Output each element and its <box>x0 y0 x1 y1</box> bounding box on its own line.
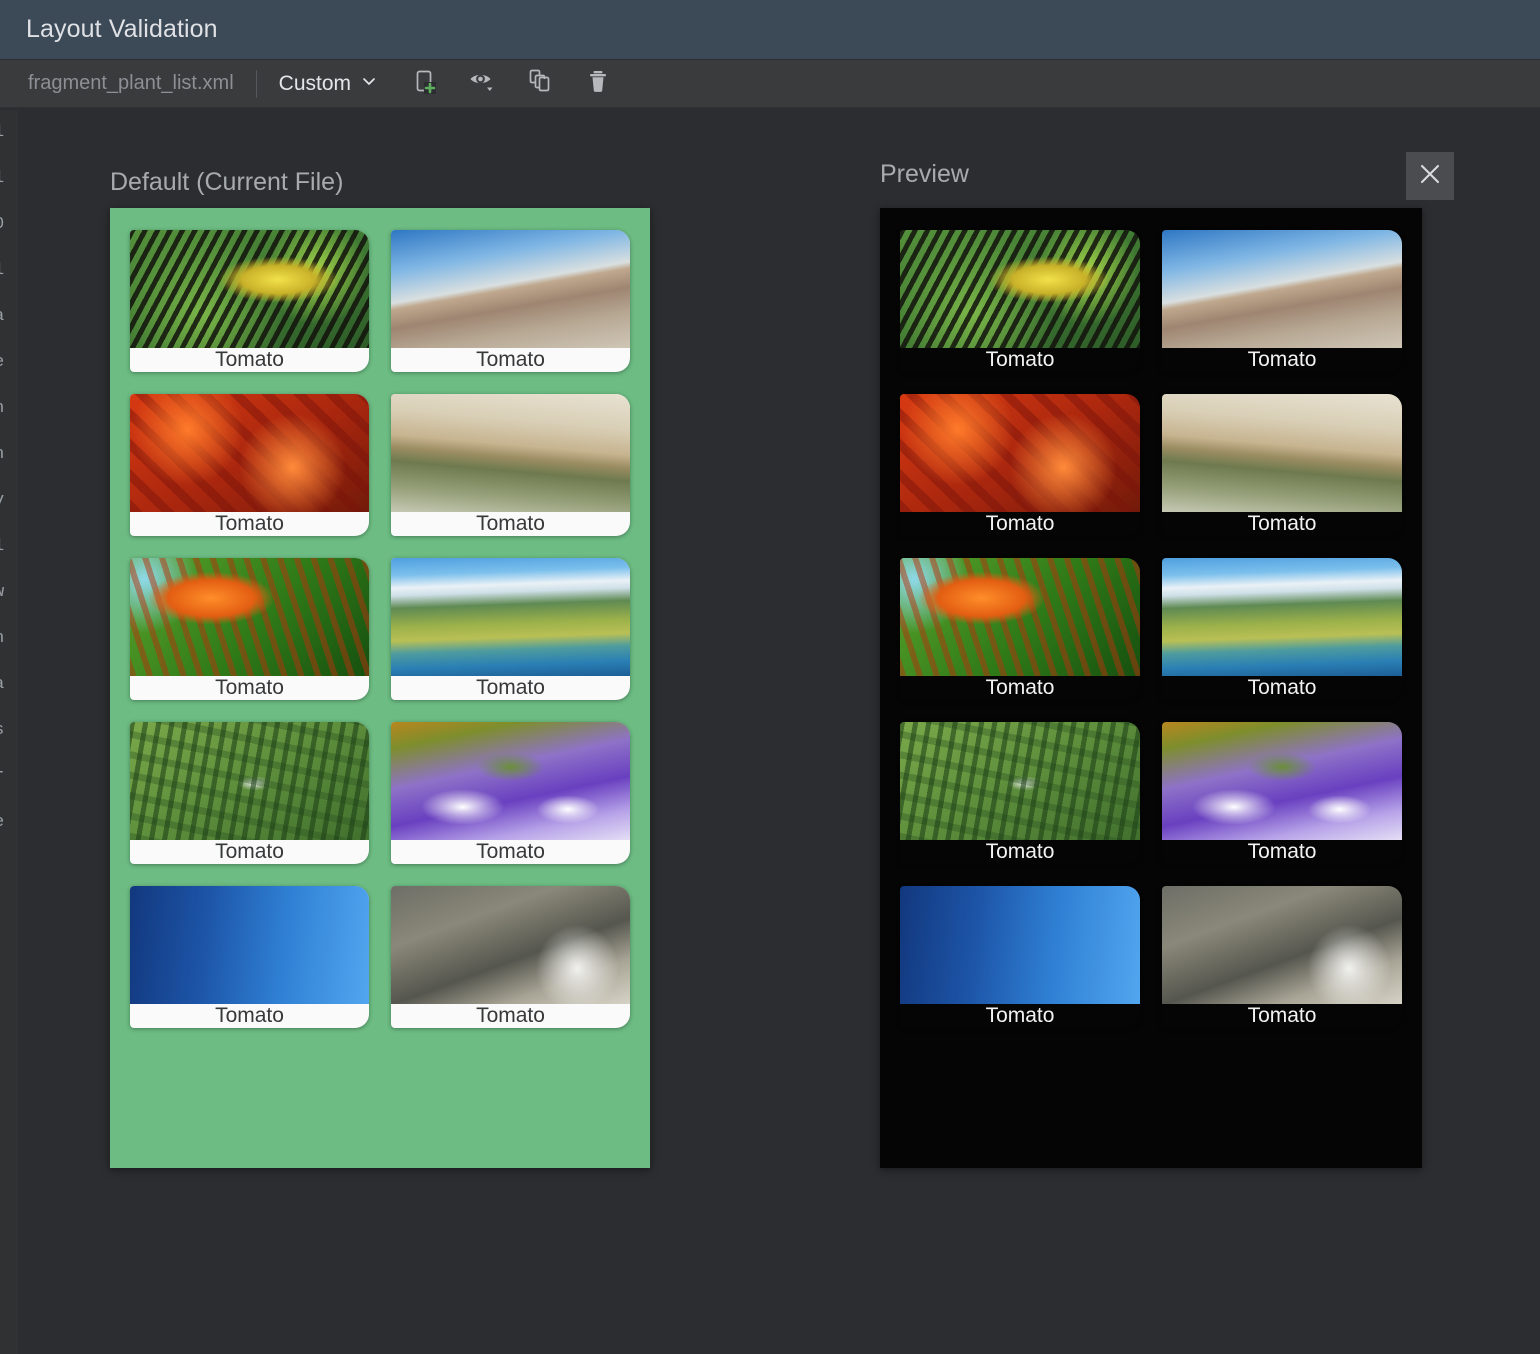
device-preview-dark[interactable]: Tomato Tomato Tomato Tomato Tomato Tomato Toma… <box>880 208 1422 1168</box>
plant-card[interactable]: Tomato <box>130 886 369 1028</box>
trash-delete-icon <box>583 66 613 101</box>
plant-card-name: Tomato <box>391 348 630 372</box>
toolbar-icon-group <box>406 66 616 102</box>
plant-card[interactable]: Tomato <box>391 558 630 700</box>
plant-card-image <box>130 394 369 512</box>
plant-card-name: Tomato <box>1162 676 1402 700</box>
current-file-label: fragment_plant_list.xml <box>28 72 234 95</box>
plant-card[interactable]: Tomato <box>391 230 630 372</box>
plant-card-name: Tomato <box>900 676 1140 700</box>
plant-card[interactable]: Tomato <box>130 722 369 864</box>
plant-card[interactable]: Tomato <box>900 394 1140 536</box>
plant-card[interactable]: Tomato <box>130 558 369 700</box>
add-device-icon <box>409 66 439 101</box>
visibility-button[interactable] <box>464 66 500 102</box>
visibility-eye-icon <box>467 66 497 101</box>
plant-card-name: Tomato <box>1162 512 1402 536</box>
panel-preview-label: Preview <box>880 160 969 189</box>
plant-card-image <box>1162 558 1402 676</box>
plant-card-image <box>130 722 369 840</box>
plant-card-name: Tomato <box>900 840 1140 864</box>
plant-card[interactable]: Tomato <box>900 886 1140 1028</box>
plant-card-image <box>130 558 369 676</box>
plant-card-image <box>391 394 630 512</box>
plant-card-image <box>1162 394 1402 512</box>
close-button[interactable] <box>1406 152 1454 200</box>
toolbar-divider <box>256 70 257 98</box>
plant-card[interactable]: Tomato <box>1162 230 1402 372</box>
plant-card-image <box>130 230 369 348</box>
plant-card-name: Tomato <box>1162 348 1402 372</box>
plant-card-image <box>391 886 630 1004</box>
copy-duplicate-icon <box>525 66 555 101</box>
plant-card[interactable]: Tomato <box>1162 558 1402 700</box>
plant-card-name: Tomato <box>391 1004 630 1028</box>
plant-card-image <box>900 886 1140 1004</box>
plant-card-image <box>900 230 1140 348</box>
plant-card-image <box>1162 886 1402 1004</box>
plant-card-name: Tomato <box>391 840 630 864</box>
validation-canvas: Default (Current File) TomatoTomatoTomat… <box>18 108 1540 1354</box>
plant-card-name: Tomato <box>130 840 369 864</box>
plant-card[interactable]: Tomato <box>130 394 369 536</box>
configuration-dropdown[interactable]: Custom <box>279 72 378 96</box>
plant-card-name: Tomato <box>900 512 1140 536</box>
plant-card-image <box>391 230 630 348</box>
validation-toolbar: fragment_plant_list.xml Custom <box>0 60 1540 108</box>
plant-card-name: Tomato <box>391 676 630 700</box>
plant-card-name: Tomato <box>1162 840 1402 864</box>
plant-card-image <box>900 722 1140 840</box>
plant-card-name: Tomato <box>900 348 1140 372</box>
plant-card[interactable]: Tomato <box>900 722 1140 864</box>
plant-card-name: Tomato <box>130 676 369 700</box>
add-device-button[interactable] <box>406 66 442 102</box>
plant-card-image <box>900 558 1140 676</box>
plant-card[interactable]: Tomato <box>391 722 630 864</box>
window-titlebar: Layout Validation <box>0 0 1540 60</box>
plant-card[interactable]: Tomato <box>1162 394 1402 536</box>
plant-card-image <box>130 886 369 1004</box>
plant-card-name: Tomato <box>130 348 369 372</box>
plant-card-image <box>1162 230 1402 348</box>
delete-configuration-button[interactable] <box>580 66 616 102</box>
plant-card-name: Tomato <box>1162 1004 1402 1028</box>
plant-card[interactable]: Tomato <box>1162 722 1402 864</box>
plant-card-image <box>391 558 630 676</box>
plant-card[interactable]: Tomato <box>900 230 1140 372</box>
plant-card[interactable]: Tomato <box>391 886 630 1028</box>
plant-card-image <box>900 394 1140 512</box>
panel-default-label: Default (Current File) <box>110 168 343 197</box>
plant-card-image <box>1162 722 1402 840</box>
plant-card-image <box>391 722 630 840</box>
plant-card[interactable]: Tomato <box>130 230 369 372</box>
plant-card-name: Tomato <box>900 1004 1140 1028</box>
close-icon <box>1417 161 1443 192</box>
plant-card-name: Tomato <box>391 512 630 536</box>
plant-card[interactable]: Tomato <box>391 394 630 536</box>
plant-card-name: Tomato <box>130 512 369 536</box>
plant-card-name: Tomato <box>130 1004 369 1028</box>
chevron-down-icon <box>360 72 378 96</box>
page-title: Layout Validation <box>26 15 218 44</box>
device-preview-default[interactable]: Tomato Tomato Tomato Tomato Tomato Tomato Toma… <box>110 208 650 1168</box>
plant-card[interactable]: Tomato <box>900 558 1140 700</box>
copy-configuration-button[interactable] <box>522 66 558 102</box>
background-editor-sliver: ll0laennvlwnasre <box>0 110 18 1354</box>
plant-card[interactable]: Tomato <box>1162 886 1402 1028</box>
configuration-dropdown-label: Custom <box>279 72 351 96</box>
